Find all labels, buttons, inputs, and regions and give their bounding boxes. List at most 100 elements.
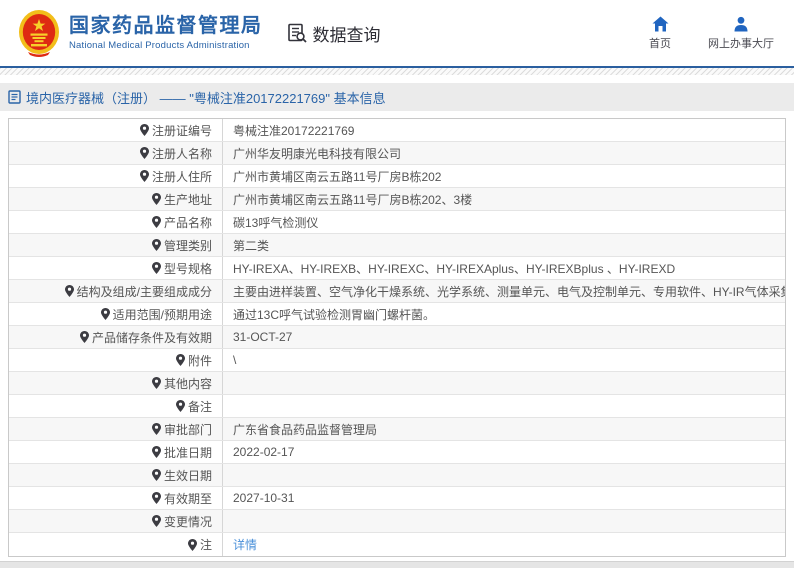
national-emblem-logo — [19, 10, 59, 57]
pin-icon — [151, 423, 161, 435]
row-label-cell: 生效日期 — [9, 464, 223, 486]
row-label: 结构及组成/主要组成成分 — [76, 284, 212, 299]
org-name-en: National Medical Products Administration — [69, 40, 250, 51]
table-row: 产品名称 碳13呼气检测仪 — [9, 211, 785, 234]
row-label-cell: 生产地址 — [9, 188, 223, 210]
document-icon — [8, 90, 21, 104]
row-value: 2027-10-31 — [233, 491, 295, 505]
table-row: 审批部门 广东省食品药品监督管理局 — [9, 418, 785, 441]
pin-icon — [100, 308, 110, 320]
row-value-cell: \ — [223, 349, 785, 371]
row-value-cell: 第二类 — [223, 234, 785, 256]
pin-icon — [175, 354, 185, 366]
row-value: 第二类 — [233, 238, 270, 253]
row-label-cell: 注册人名称 — [9, 142, 223, 164]
pin-icon — [139, 147, 149, 159]
detail-link[interactable]: 详情 — [233, 536, 257, 553]
pin-icon — [64, 285, 74, 297]
row-value-cell: 碳13呼气检测仪 — [223, 211, 785, 233]
row-label-cell: 适用范围/预期用途 — [9, 303, 223, 325]
row-label-cell: 有效期至 — [9, 487, 223, 509]
table-row: 产品储存条件及有效期 31-OCT-27 — [9, 326, 785, 349]
site-header: 国家药品监督管理局 National Medical Products Admi… — [0, 0, 794, 66]
row-value-cell: 广州市黄埔区南云五路11号厂房B栋202、3楼 — [223, 188, 785, 210]
row-label: 产品名称 — [163, 215, 212, 230]
data-query-section[interactable]: 数据查询 — [287, 21, 381, 46]
row-label-cell: 变更情况 — [9, 510, 223, 532]
nav-home[interactable]: 首页 — [638, 16, 682, 51]
info-table: 注册证编号 粤械注准20172221769 注册人名称 广州华友明康光电科技有限… — [8, 118, 786, 557]
row-label: 变更情况 — [163, 514, 212, 529]
row-label-cell: 型号规格 — [9, 257, 223, 279]
org-title-block: 国家药品监督管理局 National Medical Products Admi… — [69, 15, 263, 51]
row-value-cell: 粤械注准20172221769 — [223, 119, 785, 141]
table-row: 管理类别 第二类 — [9, 234, 785, 257]
table-row: 注册证编号 粤械注准20172221769 — [9, 119, 785, 142]
row-label-cell: 注册证编号 — [9, 119, 223, 141]
row-label-cell: 备注 — [9, 395, 223, 417]
row-label-cell: 审批部门 — [9, 418, 223, 440]
table-row: 适用范围/预期用途 通过13C呼气试验检测胃幽门螺杆菌。 — [9, 303, 785, 326]
row-value-cell: 广州华友明康光电科技有限公司 — [223, 142, 785, 164]
row-value-cell: 31-OCT-27 — [223, 326, 785, 348]
home-icon — [652, 16, 668, 31]
nav-home-label: 首页 — [649, 37, 671, 50]
row-label: 备注 — [187, 399, 212, 414]
row-label: 注册人名称 — [151, 146, 212, 161]
row-value-cell: HY-IREXA、HY-IREXB、HY-IREXC、HY-IREXAplus、… — [223, 257, 785, 279]
document-search-icon — [287, 23, 307, 43]
pin-icon — [151, 492, 161, 504]
row-value: 主要由进样装置、空气净化干燥系统、光学系统、测量单元、电气及控制单元、专用软件、… — [233, 284, 785, 299]
row-value: 通过13C呼气试验检测胃幽门螺杆菌。 — [233, 307, 436, 322]
row-label-cell: 其他内容 — [9, 372, 223, 394]
header-nav: 首页 网上办事大厅 — [638, 16, 774, 51]
row-label-cell: 管理类别 — [9, 234, 223, 256]
nav-online-hall[interactable]: 网上办事大厅 — [708, 16, 774, 51]
page-title: 境内医疗器械（注册） —— "粤械注准20172221769" 基本信息 — [26, 90, 386, 106]
row-value-cell: 详情 — [223, 533, 785, 556]
row-label-cell: 结构及组成/主要组成成分 — [9, 280, 223, 302]
row-value: 广州华友明康光电科技有限公司 — [233, 146, 402, 161]
row-value: \ — [233, 353, 237, 367]
pin-icon — [151, 469, 161, 481]
row-value-cell: 广东省食品药品监督管理局 — [223, 418, 785, 440]
row-label-cell: 附件 — [9, 349, 223, 371]
row-value: 广州市黄埔区南云五路11号厂房B栋202 — [233, 169, 442, 184]
row-label: 生效日期 — [163, 468, 212, 483]
row-value-cell — [223, 510, 785, 532]
row-value-cell: 主要由进样装置、空气净化干燥系统、光学系统、测量单元、电气及控制单元、专用软件、… — [223, 280, 785, 302]
page-title-bar: 境内医疗器械（注册） —— "粤械注准20172221769" 基本信息 — [0, 83, 794, 111]
row-value-cell — [223, 372, 785, 394]
row-label: 型号规格 — [163, 261, 212, 276]
pin-icon — [139, 170, 149, 182]
row-value: 碳13呼气检测仪 — [233, 215, 319, 230]
row-label: 注册人住所 — [151, 169, 212, 184]
row-value-cell — [223, 395, 785, 417]
table-row: 型号规格 HY-IREXA、HY-IREXB、HY-IREXC、HY-IREXA… — [9, 257, 785, 280]
pin-icon — [151, 262, 161, 274]
row-value-cell: 广州市黄埔区南云五路11号厂房B栋202 — [223, 165, 785, 187]
table-row: 其他内容 — [9, 372, 785, 395]
row-label-cell: 批准日期 — [9, 441, 223, 463]
row-label-cell: 注 — [9, 533, 223, 556]
pin-icon — [187, 538, 197, 551]
page-footer-bar — [0, 561, 794, 568]
row-value: 31-OCT-27 — [233, 330, 293, 344]
row-label: 适用范围/预期用途 — [112, 307, 212, 322]
row-value: 广东省食品药品监督管理局 — [233, 422, 378, 437]
table-row: 生效日期 — [9, 464, 785, 487]
row-label: 其他内容 — [163, 376, 212, 391]
table-row: 注册人住所 广州市黄埔区南云五路11号厂房B栋202 — [9, 165, 785, 188]
org-name-cn: 国家药品监督管理局 — [69, 15, 263, 37]
row-label: 产品储存条件及有效期 — [91, 330, 212, 345]
row-value: 2022-02-17 — [233, 445, 295, 459]
table-row: 结构及组成/主要组成成分 主要由进样装置、空气净化干燥系统、光学系统、测量单元、… — [9, 280, 785, 303]
row-value: 广州市黄埔区南云五路11号厂房B栋202、3楼 — [233, 192, 473, 207]
pin-icon — [151, 446, 161, 458]
row-label-cell: 产品名称 — [9, 211, 223, 233]
table-row: 变更情况 — [9, 510, 785, 533]
hatched-divider — [0, 68, 794, 75]
row-label: 注 — [199, 538, 212, 552]
pin-icon — [151, 193, 161, 205]
pin-icon — [151, 377, 161, 389]
